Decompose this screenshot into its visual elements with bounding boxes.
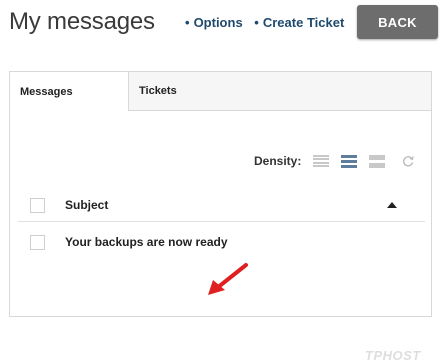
row-checkbox[interactable] (30, 235, 45, 250)
select-all-checkbox[interactable] (30, 198, 45, 213)
refresh-icon[interactable] (401, 154, 415, 168)
page-title: My messages (9, 8, 155, 35)
tab-messages[interactable]: Messages (10, 72, 128, 111)
density-compact-icon[interactable] (313, 154, 330, 168)
subject-column-header[interactable]: Subject (65, 198, 108, 212)
density-label: Density: (254, 154, 302, 168)
create-ticket-link[interactable]: Create Ticket (254, 15, 344, 30)
sort-ascending-icon[interactable] (387, 202, 397, 208)
density-control: Density: (254, 154, 415, 168)
watermark-logo: TPHOST (365, 348, 421, 363)
options-link[interactable]: Options (185, 15, 243, 30)
tab-tickets[interactable]: Tickets (128, 72, 431, 111)
tab-bar: Messages Tickets (10, 72, 431, 111)
table-header-row: Subject (18, 189, 425, 222)
back-button[interactable]: BACK (357, 5, 438, 39)
density-medium-icon[interactable] (341, 154, 358, 168)
arrow-annotation-icon (208, 263, 248, 295)
message-subject[interactable]: Your backups are now ready (65, 235, 228, 249)
density-large-icon[interactable] (369, 154, 386, 168)
table-row[interactable]: Your backups are now ready (18, 222, 425, 260)
header-links: Options Create Ticket (185, 15, 352, 30)
messages-panel: Messages Tickets Density: Subject Your b… (9, 71, 432, 363)
